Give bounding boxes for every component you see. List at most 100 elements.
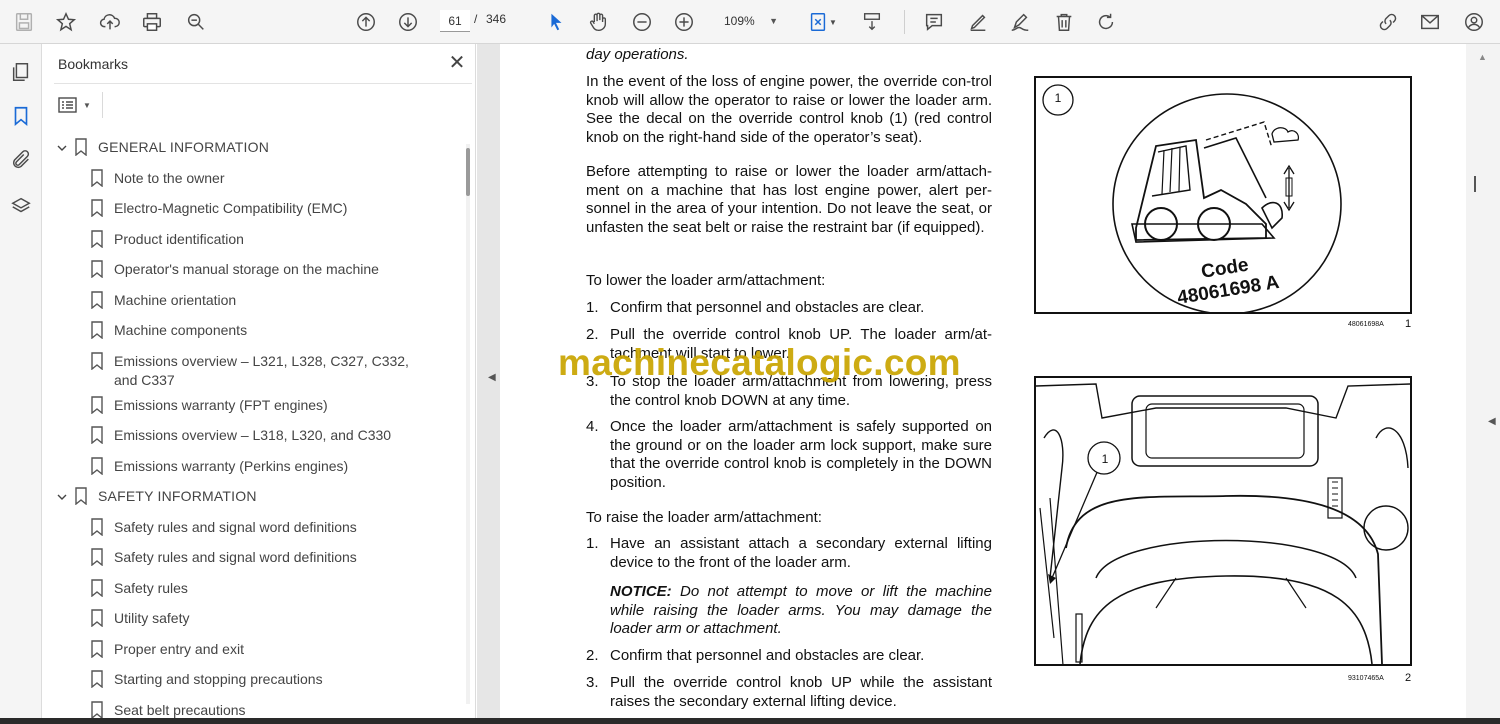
bookmark-item[interactable]: Starting and stopping precautions bbox=[90, 670, 430, 689]
watermark-text: machinecatalogic.com bbox=[558, 342, 961, 383]
close-icon[interactable]: ✕ bbox=[446, 52, 468, 74]
zoom-in-icon[interactable] bbox=[670, 8, 698, 36]
chevron-down-icon: ▼ bbox=[769, 16, 778, 26]
bookmark-ribbon-icon bbox=[90, 199, 104, 218]
bookmark-item[interactable]: Emissions overview – L318, L320, and C33… bbox=[90, 426, 430, 445]
scroll-mode-icon[interactable] bbox=[858, 8, 886, 36]
step-number: 4. bbox=[586, 418, 599, 435]
step-text: Once the loader arm/attachment is safely… bbox=[610, 418, 992, 491]
seat-illustration bbox=[1035, 383, 1411, 679]
bookmark-label: Note to the owner bbox=[114, 170, 225, 186]
taskbar-edge bbox=[0, 718, 1500, 724]
document-scrollbar[interactable]: ▲ ◀ bbox=[1466, 44, 1500, 724]
bookmark-item[interactable]: Note to the owner bbox=[90, 169, 430, 188]
bookmark-ribbon-icon bbox=[90, 548, 104, 567]
zoom-out-icon[interactable] bbox=[628, 8, 656, 36]
bookmark-options-button[interactable]: ▼ bbox=[58, 94, 94, 116]
bookmark-ribbon-icon bbox=[90, 260, 104, 279]
delete-icon[interactable] bbox=[1050, 8, 1078, 36]
bookmark-ribbon-icon bbox=[90, 609, 104, 628]
account-icon[interactable] bbox=[1460, 8, 1488, 36]
chevron-down-icon[interactable] bbox=[54, 138, 70, 157]
highlight-pen-icon[interactable] bbox=[964, 8, 992, 36]
bookmark-label: Machine components bbox=[114, 322, 248, 338]
bookmark-label: Emissions overview – L318, L320, and C33… bbox=[114, 427, 392, 443]
bookmark-item[interactable]: Operator's manual storage on the machine bbox=[90, 260, 430, 279]
main-toolbar: 61 / 346 109% ▼ ▼ bbox=[0, 0, 1500, 44]
bookmark-item[interactable]: Machine orientation bbox=[90, 291, 430, 310]
notice-paragraph: NOTICE: Do not attempt to move or lift t… bbox=[610, 583, 992, 639]
bookmark-label: GENERAL INFORMATION bbox=[98, 139, 270, 155]
bookmark-item[interactable]: Safety rules and signal word definitions bbox=[90, 518, 430, 537]
bookmark-item[interactable]: Safety rules and signal word definitions bbox=[90, 548, 430, 567]
chevron-down-icon[interactable] bbox=[54, 487, 70, 506]
bookmark-item[interactable]: Emissions warranty (Perkins engines) bbox=[90, 457, 430, 476]
bookmark-item[interactable]: Electro-Magnetic Compatibility (EMC) bbox=[90, 199, 430, 218]
step-number: 1. bbox=[586, 535, 599, 552]
bookmark-item[interactable]: Safety rules bbox=[90, 579, 430, 598]
hand-icon[interactable] bbox=[584, 8, 612, 36]
bookmark-label: Operator's manual storage on the machine bbox=[114, 261, 379, 277]
save-icon[interactable] bbox=[10, 8, 38, 36]
bookmark-ribbon-icon bbox=[90, 352, 104, 371]
bookmark-ribbon-icon bbox=[90, 230, 104, 249]
bookmark-list: GENERAL INFORMATION Note to the owner Elec… bbox=[42, 132, 462, 724]
bookmark-section[interactable]: SAFETY INFORMATION bbox=[54, 487, 444, 506]
collapse-panel-arrow-icon[interactable]: ◀ bbox=[488, 372, 496, 383]
step-number: 3. bbox=[586, 674, 599, 691]
panel-title: Bookmarks bbox=[58, 56, 129, 72]
layers-icon[interactable] bbox=[7, 192, 35, 220]
step-text: Have an assistant attach a secondary ext… bbox=[610, 535, 992, 571]
comment-icon[interactable] bbox=[920, 8, 948, 36]
figure-1-caption: 48061698A bbox=[1348, 321, 1384, 328]
page-number-input[interactable]: 61 bbox=[440, 10, 470, 32]
bookmark-item[interactable]: Proper entry and exit bbox=[90, 640, 430, 659]
notice-label: NOTICE: bbox=[610, 583, 672, 600]
figure-1-callout: 1 bbox=[1054, 91, 1062, 105]
fit-chevron-down-icon[interactable]: ▼ bbox=[826, 8, 840, 36]
select-cursor-icon[interactable] bbox=[542, 8, 570, 36]
bookmark-label: Utility safety bbox=[114, 610, 190, 626]
scroll-up-icon[interactable]: ▲ bbox=[1478, 52, 1487, 62]
zoom-select[interactable]: 109% ▼ bbox=[716, 10, 782, 32]
zoom-search-icon[interactable] bbox=[182, 8, 210, 36]
bookmark-ribbon-icon bbox=[74, 138, 88, 157]
bookmark-label: Emissions overview – L321, L328, C327, C… bbox=[114, 353, 409, 388]
print-icon[interactable] bbox=[138, 8, 166, 36]
upload-icon[interactable] bbox=[96, 8, 124, 36]
bookmark-icon[interactable] bbox=[7, 102, 35, 130]
bookmark-ribbon-icon bbox=[90, 670, 104, 689]
pages-icon[interactable] bbox=[7, 58, 35, 86]
paragraph-1-text: In the event of the loss of engine power… bbox=[586, 73, 992, 146]
list-options-icon bbox=[58, 97, 77, 113]
bookmark-ribbon-icon bbox=[74, 487, 88, 506]
bookmark-item[interactable]: Emissions overview – L321, L328, C327, C… bbox=[90, 352, 430, 390]
figure-2-callout: 1 bbox=[1101, 452, 1109, 466]
bookmark-section[interactable]: GENERAL INFORMATION bbox=[54, 138, 444, 157]
bookmark-item[interactable]: Product identification bbox=[90, 230, 430, 249]
star-icon[interactable] bbox=[52, 8, 80, 36]
sign-icon[interactable] bbox=[1006, 8, 1034, 36]
bookmark-item[interactable]: Emissions warranty (FPT engines) bbox=[90, 396, 430, 415]
email-icon[interactable] bbox=[1416, 8, 1444, 36]
page-up-icon[interactable] bbox=[352, 8, 380, 36]
bookmark-ribbon-icon bbox=[90, 426, 104, 445]
zoom-value: 109% bbox=[724, 14, 755, 28]
bookmark-label: Safety rules and signal word definitions bbox=[114, 519, 357, 535]
page-separator: / bbox=[474, 12, 478, 26]
bookmark-label: Safety rules and signal word definitions bbox=[114, 549, 357, 565]
scrollbar-thumb[interactable] bbox=[1474, 176, 1476, 192]
figure-2-seat: 1 bbox=[1034, 376, 1412, 679]
rotate-icon[interactable] bbox=[1092, 8, 1120, 36]
bookmark-item[interactable]: Utility safety bbox=[90, 609, 430, 628]
doc-text-top: day operations. bbox=[586, 46, 689, 63]
figure-1-decal: Code 48061698 A 1 bbox=[1034, 76, 1412, 315]
link-sign-icon[interactable] bbox=[1374, 8, 1402, 36]
panel-scrollbar-thumb[interactable] bbox=[466, 148, 470, 196]
bookmark-item[interactable]: Machine components bbox=[90, 321, 430, 340]
bookmark-ribbon-icon bbox=[90, 579, 104, 598]
page-down-icon[interactable] bbox=[394, 8, 422, 36]
attachment-icon[interactable] bbox=[7, 146, 35, 174]
panel-scrollbar-track[interactable] bbox=[466, 144, 470, 704]
right-panel-arrow-icon[interactable]: ◀ bbox=[1488, 416, 1496, 427]
